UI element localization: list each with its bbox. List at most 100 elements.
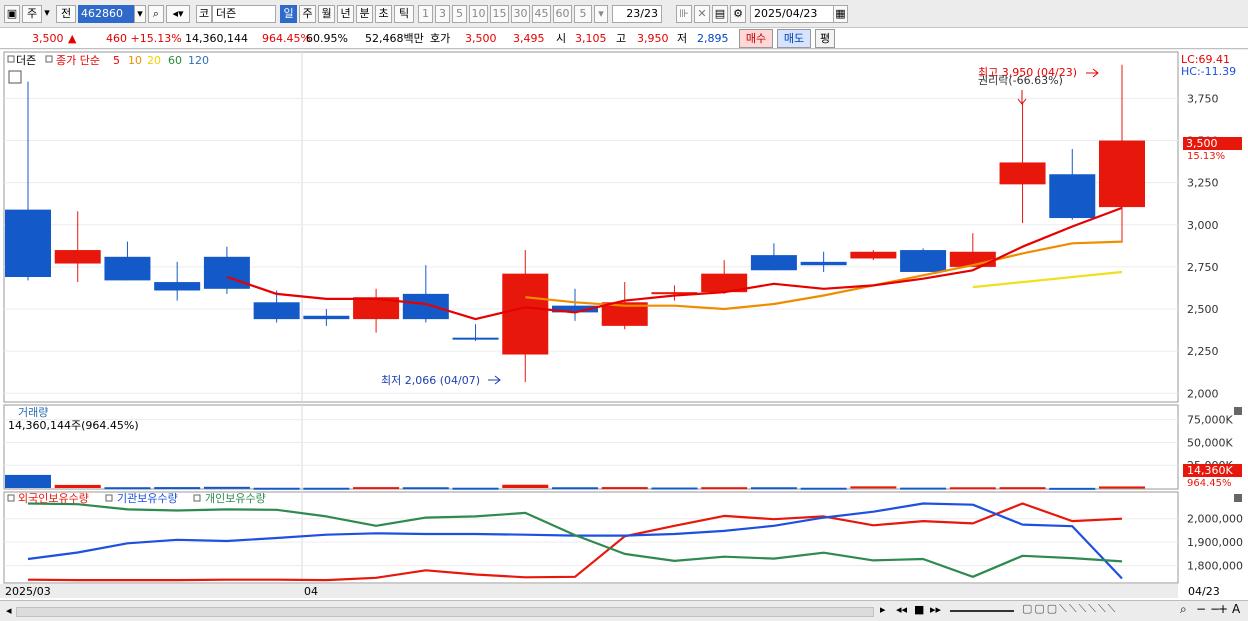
candle-body: [1049, 174, 1096, 219]
tab-period-day[interactable]: 일: [280, 5, 297, 23]
candle-icon[interactable]: ⊪: [676, 5, 692, 23]
chart-scrollbar[interactable]: [16, 607, 874, 617]
holdings-tick-label: 1,900,000: [1187, 536, 1243, 549]
volume-bar: [203, 486, 250, 489]
foreign-toggle-icon[interactable]: [7, 494, 15, 502]
speaker-icon[interactable]: ◂▾: [166, 5, 190, 23]
price-tick-label: 3,250: [1187, 177, 1219, 190]
price-tick-label: 3,750: [1187, 92, 1219, 105]
minute-15[interactable]: 15: [490, 5, 509, 23]
volume-bar: [5, 474, 51, 488]
legend-toggle-icon[interactable]: [7, 55, 15, 63]
minute-30[interactable]: 30: [511, 5, 530, 23]
stock-chart[interactable]: 3,750 3,500 3,250 3,000 2,750 2,500 2,250 2,000…: [0, 50, 1248, 600]
minute-1[interactable]: 1: [418, 5, 433, 23]
volume-tick-label: 75,000K: [1187, 414, 1233, 427]
prev-button[interactable]: 전: [56, 5, 76, 23]
price-tick-label: 2,000: [1187, 387, 1219, 400]
minute-5[interactable]: 5: [452, 5, 467, 23]
date-field[interactable]: 2025/04/23: [750, 5, 834, 23]
market-select[interactable]: 주: [22, 5, 42, 23]
last-price-label: 3,500: [1186, 137, 1218, 150]
volume-bar: [1049, 487, 1096, 490]
volume: 14,360,144: [185, 32, 248, 45]
drawing-tools-icon[interactable]: ▢▢▢⟍⟍⟍⟍⟍⟍: [1022, 602, 1117, 616]
stock-name-field[interactable]: 더즌: [212, 5, 276, 23]
ma-legend-toggle-icon[interactable]: [45, 55, 53, 63]
price-tick-label: 2,500: [1187, 303, 1219, 316]
count-dropdown-icon[interactable]: ▾: [594, 5, 608, 23]
tab-period-month[interactable]: 월: [318, 5, 335, 23]
tab-period-minute[interactable]: 분: [356, 5, 373, 23]
volume-info: 14,360,144주(964.45%): [8, 419, 139, 432]
buy-button[interactable]: 매수: [739, 29, 773, 48]
ma20-legend: 20: [147, 54, 161, 67]
ma10-legend: 10: [128, 54, 142, 67]
volume-bar: [601, 487, 648, 490]
scroll-left-icon[interactable]: ◂: [6, 604, 12, 617]
magnifier-icon[interactable]: ⌕: [1180, 602, 1187, 617]
layout-icon[interactable]: ▣: [4, 5, 20, 23]
high-label: 고: [616, 32, 627, 45]
volume-ratio: 964.45%: [262, 32, 311, 45]
tab-period-week[interactable]: 주: [299, 5, 316, 23]
search-icon[interactable]: ⌕: [148, 5, 164, 23]
name-prefix[interactable]: 코: [196, 5, 212, 23]
rewind-icon[interactable]: ◂◂: [896, 603, 907, 616]
gear-icon[interactable]: ⚙: [730, 5, 746, 23]
calculator-icon[interactable]: [8, 70, 22, 84]
toolbar: ▣ 주 ▾ 전 462860 ▾ ⌕ ◂▾ 코 더즌 일 주 월 년 분 초 틱…: [0, 0, 1248, 28]
volume-bar: [452, 487, 499, 490]
minute-10[interactable]: 10: [469, 5, 488, 23]
fast-forward-icon[interactable]: ▸▸: [930, 603, 941, 616]
volume-bar: [701, 487, 748, 490]
zoom-out-icon[interactable]: −: [1196, 602, 1206, 616]
tab-period-tick[interactable]: 틱: [394, 5, 414, 23]
crosshair-icon[interactable]: ✕: [694, 5, 710, 23]
save-icon[interactable]: ▤: [712, 5, 728, 23]
volume-tick-label: 50,000K: [1187, 436, 1233, 449]
scroll-right-icon[interactable]: ▸: [880, 603, 886, 616]
institution-toggle-icon[interactable]: [105, 494, 113, 502]
individual-toggle-icon[interactable]: [193, 494, 201, 502]
zoom-slider[interactable]: [950, 610, 1014, 612]
volume-bar: [651, 487, 698, 490]
font-size-icon[interactable]: A: [1232, 602, 1240, 616]
eval-button[interactable]: 평: [815, 29, 835, 48]
price-tick-label: 2,750: [1187, 261, 1219, 274]
code-input[interactable]: 462860: [78, 5, 134, 23]
zoom-in-icon[interactable]: +: [1218, 602, 1228, 616]
tab-period-year[interactable]: 년: [337, 5, 354, 23]
count-field[interactable]: 5: [574, 5, 592, 23]
page-field[interactable]: 23/23: [612, 5, 662, 23]
candle-body: [303, 315, 350, 320]
ma120-legend: 120: [188, 54, 209, 67]
sell-button[interactable]: 매도: [777, 29, 811, 48]
volume-bar: [353, 487, 400, 490]
x-label-last: 04/23: [1188, 585, 1220, 598]
volume-bar: [502, 484, 549, 488]
stop-icon[interactable]: ■: [914, 603, 924, 616]
date-axis: [0, 584, 1178, 598]
tab-period-second[interactable]: 초: [375, 5, 392, 23]
holdings-pane-close-icon[interactable]: [1234, 494, 1242, 502]
open-label: 시: [556, 32, 567, 45]
bid-label: 호가: [430, 32, 451, 45]
price-change: 460 +15.13%: [106, 32, 182, 45]
volume-bar: [949, 487, 996, 490]
last-volume-ratio: 964.45%: [1187, 478, 1232, 489]
candle-body: [203, 256, 250, 289]
ma60-legend: 60: [168, 54, 182, 67]
code-dropdown-icon[interactable]: ▾: [134, 5, 146, 23]
ask-price: 3,500: [465, 32, 497, 45]
bid-price: 3,495: [513, 32, 545, 45]
volume-pane-close-icon[interactable]: [1234, 407, 1242, 415]
market-dropdown-icon[interactable]: ▾: [44, 5, 50, 23]
minute-45[interactable]: 45: [532, 5, 551, 23]
high-price: 3,950: [637, 32, 669, 45]
last-volume-label: 14,360K: [1187, 464, 1233, 477]
minute-3[interactable]: 3: [435, 5, 450, 23]
minute-60[interactable]: 60: [553, 5, 572, 23]
foreign-legend: 외국인보유수량: [18, 492, 89, 505]
calendar-icon[interactable]: ▦: [834, 5, 848, 23]
